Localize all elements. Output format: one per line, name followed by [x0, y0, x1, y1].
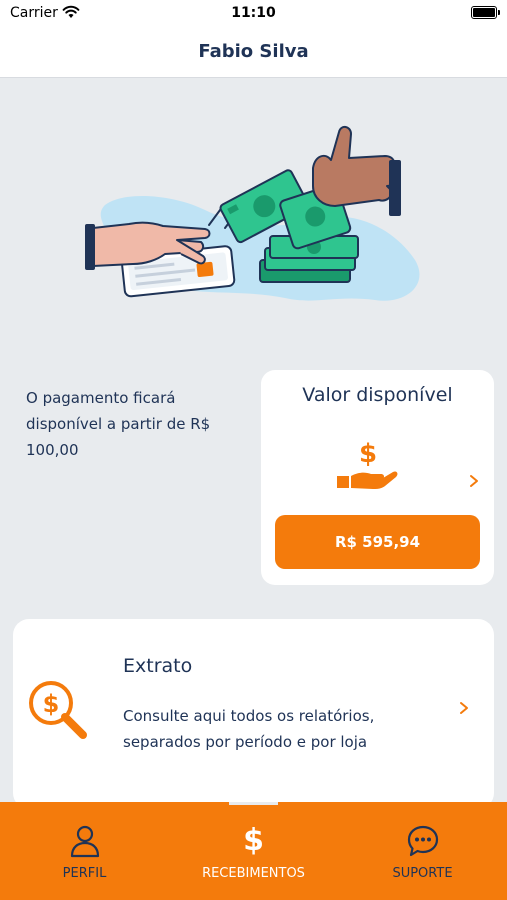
payment-info-text: O pagamento ficará disponível a partir d…	[26, 389, 211, 459]
available-balance-card[interactable]: Valor disponível $ R$ 595,94	[261, 370, 494, 585]
payment-illustration	[85, 126, 420, 301]
money-hand-icon-glyph: $	[359, 439, 377, 469]
dollar-icon: $	[243, 823, 264, 858]
tab-label-suporte: SUPORTE	[392, 866, 453, 881]
battery-icon	[471, 6, 500, 19]
tab-bar: PERFIL $ RECEBIMENTOS SUPORTE	[0, 802, 507, 900]
statement-title: Extrato	[123, 655, 193, 677]
search-money-icon-glyph: $	[43, 690, 60, 718]
statement-description: Consulte aqui todos os relatórios, separ…	[123, 707, 375, 751]
chevron-right-icon[interactable]	[469, 474, 479, 488]
available-amount-button[interactable]: R$ 595,94	[275, 515, 480, 569]
tab-label-recebimentos: RECEBIMENTOS	[202, 866, 305, 881]
chat-icon	[407, 825, 438, 857]
page-title: Fabio Silva	[198, 41, 309, 62]
tab-label-perfil: PERFIL	[62, 866, 107, 881]
search-money-icon: $	[29, 681, 87, 739]
tab-recebimentos[interactable]: $ RECEBIMENTOS	[169, 802, 338, 900]
scroll-indicator	[229, 802, 278, 805]
tab-perfil[interactable]: PERFIL	[0, 802, 169, 900]
navigation-bar: Fabio Silva	[0, 28, 507, 78]
available-balance-title: Valor disponível	[302, 384, 453, 406]
chevron-right-icon[interactable]	[459, 701, 469, 715]
money-hand-icon: $	[337, 439, 398, 489]
status-bar: Carrier 11:10	[0, 0, 507, 28]
clock: 11:10	[231, 5, 276, 21]
tab-suporte[interactable]: SUPORTE	[338, 802, 507, 900]
statement-card[interactable]: $ Extrato Consulte aqui todos os relatór…	[13, 619, 494, 809]
person-icon	[70, 825, 99, 858]
